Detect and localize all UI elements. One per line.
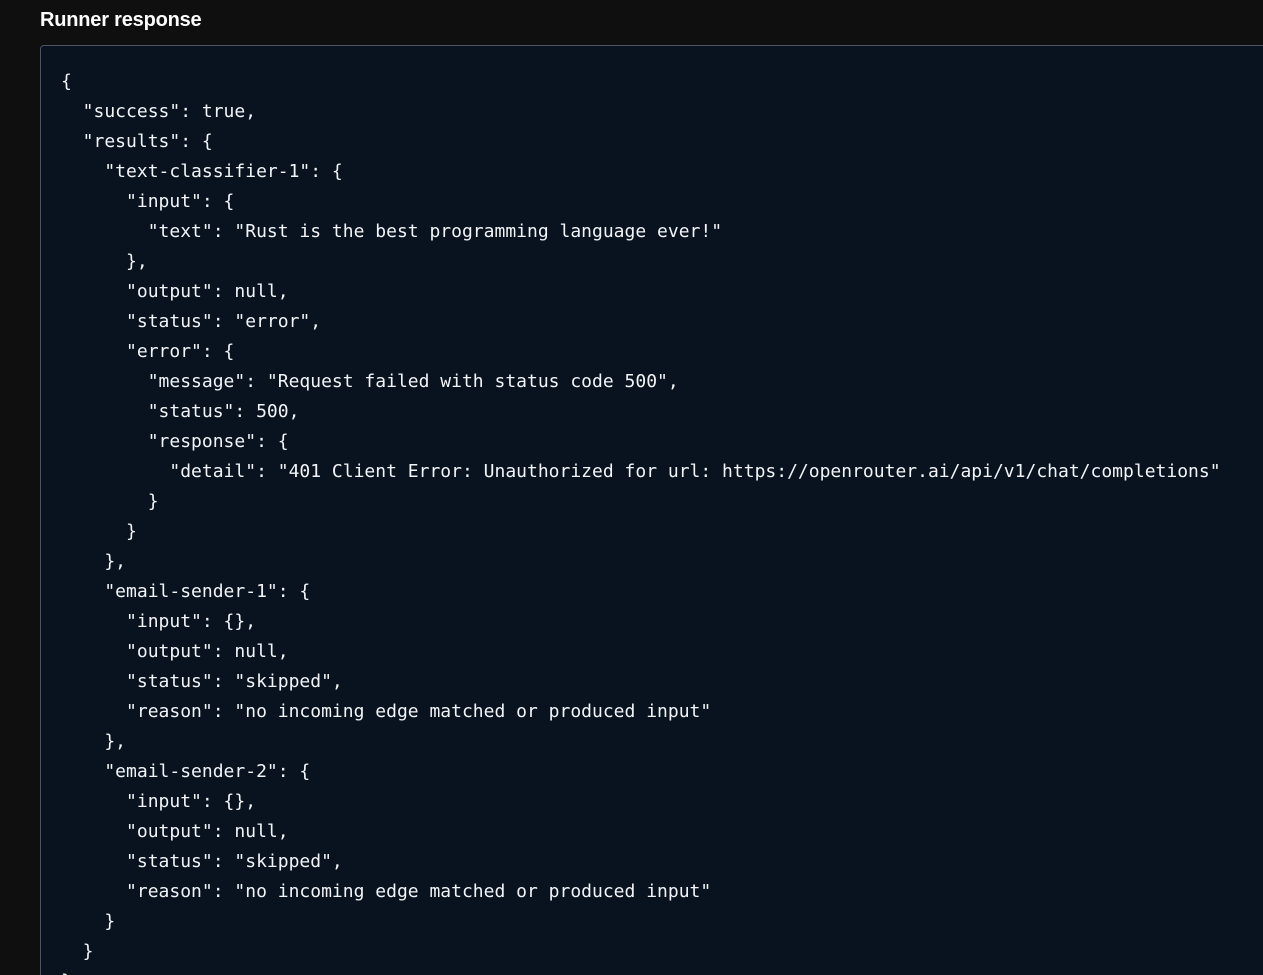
code-line: "output": null,: [61, 281, 289, 302]
code-line: "email-sender-1": {: [61, 581, 311, 602]
code-line: "input": {},: [61, 791, 257, 812]
code-line: "email-sender-2": {: [61, 761, 311, 782]
code-line: "text-classifier-1": {: [61, 161, 343, 182]
runner-response-title: Runner response: [40, 9, 202, 31]
code-line: "results": {: [61, 131, 213, 152]
code-line: "detail": "401 Client Error: Unauthorize…: [61, 461, 1221, 482]
code-line: },: [61, 731, 127, 752]
code-line: "reason": "no incoming edge matched or p…: [61, 701, 712, 722]
code-line: }: [61, 967, 1221, 975]
code-line: "input": {},: [61, 611, 257, 632]
code-line: },: [61, 551, 127, 572]
code-line: "status": 500,: [61, 401, 300, 422]
code-line: "success": true,: [61, 101, 257, 122]
code-line: "message": "Request failed with status c…: [61, 371, 679, 392]
code-line: }: [61, 521, 137, 542]
json-response-panel[interactable]: { "success": true, "results": { "text-cl…: [40, 45, 1263, 975]
code-line: }: [61, 491, 159, 512]
code-line: "reason": "no incoming edge matched or p…: [61, 881, 712, 902]
code-line: "error": {: [61, 341, 235, 362]
json-response-code[interactable]: { "success": true, "results": { "text-cl…: [61, 67, 1221, 975]
runner-response-page: Runner response { "success": true, "resu…: [0, 0, 1263, 975]
code-line: "text": "Rust is the best programming la…: [61, 221, 723, 242]
code-line: "status": "skipped",: [61, 851, 343, 872]
code-line: {: [61, 71, 72, 92]
code-line: }: [61, 941, 94, 962]
code-line: "status": "error",: [61, 311, 322, 332]
code-line: "input": {: [61, 191, 235, 212]
code-line: }: [61, 911, 116, 932]
code-line: "response": {: [61, 431, 289, 452]
code-line: "output": null,: [61, 821, 289, 842]
code-line: "status": "skipped",: [61, 671, 343, 692]
code-line: "output": null,: [61, 641, 289, 662]
code-line: },: [61, 251, 148, 272]
